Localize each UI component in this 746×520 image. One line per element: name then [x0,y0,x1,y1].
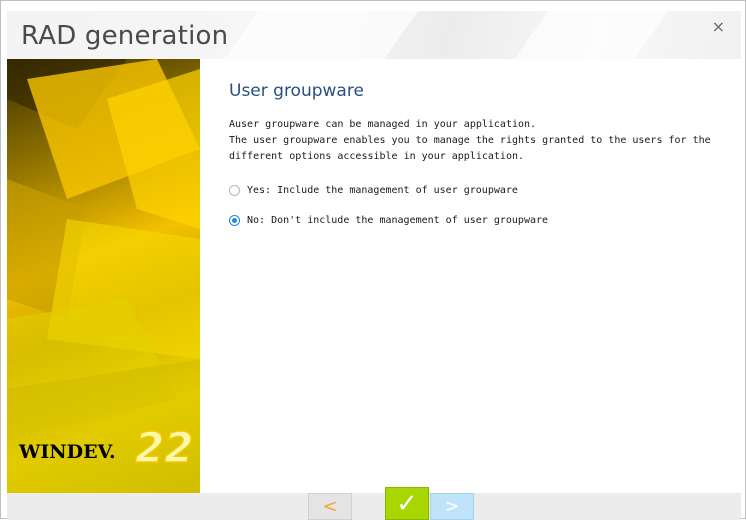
finish-button[interactable]: ✓ [385,487,429,520]
option-yes[interactable]: Yes: Include the management of user grou… [229,185,518,196]
title-bar-decoration [215,11,419,59]
chevron-right-icon: > [444,496,460,517]
description: Auser groupware can be managed in your a… [229,117,739,165]
title-bar: RAD generation × [7,11,741,59]
option-yes-label: Yes: Include the management of user grou… [247,185,518,196]
page-heading: User groupware [229,81,364,101]
rad-generation-window: RAD generation × WINDEV. 22 User groupwa… [0,0,746,520]
title-bar-decoration [505,11,669,59]
windev-version-logo: 22 [134,422,194,473]
checkmark-icon: ✓ [396,488,418,519]
next-button[interactable]: > [430,493,474,520]
footer-bar: < ✓ > [7,487,741,520]
windev-logo-text: WINDEV. [19,441,116,463]
chevron-left-icon: < [322,496,338,517]
main-content: User groupware Auser groupware can be ma… [213,59,733,489]
option-no-label: No: Don't include the management of user… [247,215,549,226]
description-line: Auser groupware can be managed in your a… [229,119,537,130]
radio-no[interactable] [229,215,240,226]
previous-button[interactable]: < [308,493,352,520]
option-no[interactable]: No: Don't include the management of user… [229,215,548,226]
window-title: RAD generation [21,21,229,51]
decorative-side-panel: WINDEV. 22 [7,59,200,493]
radio-yes[interactable] [229,185,240,196]
description-line: The user groupware enables you to manage… [229,135,711,162]
close-icon[interactable]: × [712,19,725,35]
